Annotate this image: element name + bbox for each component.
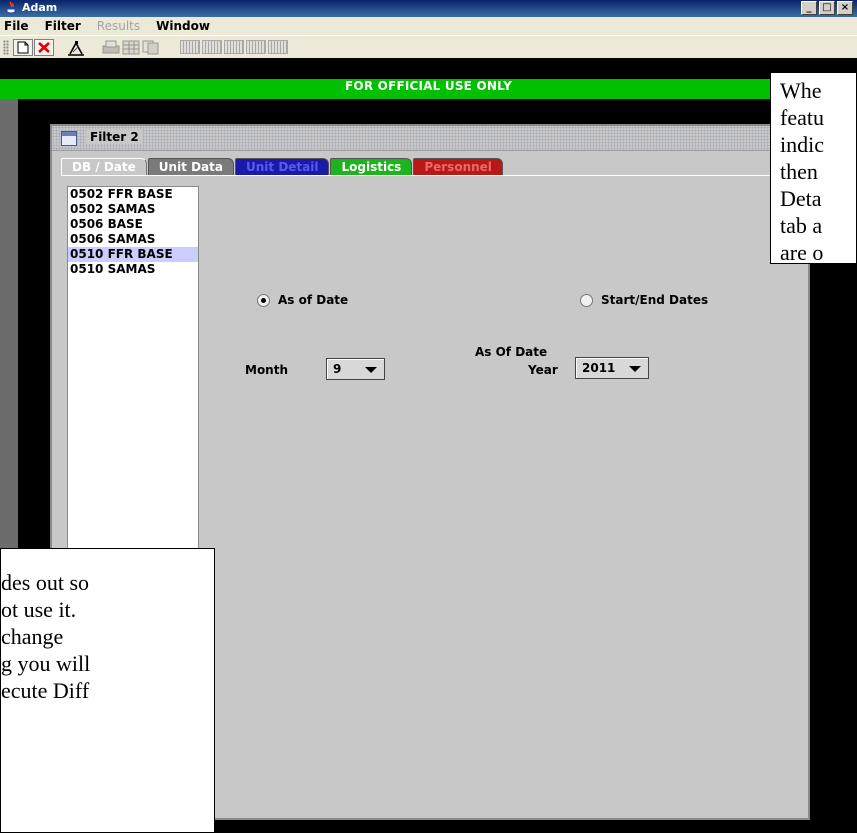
chevron-down-icon (629, 366, 641, 372)
radio-selected-icon (257, 293, 270, 307)
menu-window[interactable]: Window (154, 19, 210, 33)
filter-tabs: DB / Date Unit Data Unit Detail Logistic… (61, 158, 504, 175)
table-icon[interactable] (246, 40, 266, 54)
list-item[interactable]: 0506 SAMAS (68, 232, 198, 247)
tab-db-date[interactable]: DB / Date (61, 158, 147, 175)
tab-personnel[interactable]: Personnel (413, 158, 503, 175)
callout-note-top: Whe featu indic then Deta tab a are o (770, 72, 857, 264)
start-end-dates-radio[interactable]: Start/End Dates (580, 293, 708, 307)
as-of-date-label: As of Date (278, 293, 349, 307)
month-value: 9 (333, 362, 342, 376)
radio-unselected-icon (580, 293, 593, 307)
java-app-icon (6, 1, 17, 14)
month-select[interactable]: 9 (326, 358, 385, 380)
window-icon (61, 131, 77, 146)
window-title: Adam (22, 1, 58, 14)
close-icon[interactable] (34, 39, 54, 56)
chevron-down-icon (365, 367, 377, 373)
month-label: Month (245, 363, 289, 377)
list-item[interactable]: 0510 SAMAS (68, 262, 198, 277)
table-icon[interactable] (224, 40, 244, 54)
minimize-button[interactable]: _ (801, 1, 817, 15)
copy-icon[interactable] (141, 39, 161, 56)
toolbar-gap (0, 58, 857, 79)
tab-logistics[interactable]: Logistics (330, 158, 413, 175)
new-document-icon[interactable] (13, 39, 33, 56)
menu-results[interactable]: Results (95, 19, 140, 33)
list-item[interactable]: 0502 SAMAS (68, 202, 198, 217)
year-label: Year (528, 363, 558, 377)
tab-unit-detail[interactable]: Unit Detail (235, 158, 330, 175)
as-of-date-radio[interactable]: As of Date (257, 293, 348, 307)
callout-note-bottom: des out so ot use it. change g you will … (0, 548, 215, 833)
filter-window-titlebar[interactable]: Filter 2 ⇱ ☐ (52, 126, 808, 151)
window-controls: _ □ × (801, 1, 853, 15)
table-icon[interactable] (268, 40, 288, 54)
list-item[interactable]: 0506 BASE (68, 217, 198, 232)
classification-banner: FOR OFFICIAL USE ONLY (0, 79, 857, 99)
filter-chart-icon[interactable] (66, 39, 86, 56)
table-icon[interactable] (180, 40, 200, 54)
as-of-date-heading: As Of Date (475, 345, 548, 359)
maximize-button[interactable]: □ (819, 1, 835, 15)
tab-unit-data[interactable]: Unit Data (147, 158, 234, 175)
toolbar-grip-icon[interactable] (3, 40, 9, 55)
close-window-button[interactable]: × (837, 1, 853, 15)
table-icon[interactable] (202, 40, 222, 54)
title-bar: Adam _ □ × (0, 0, 857, 17)
menu-bar: File Filter Results Window (0, 17, 857, 35)
menu-file[interactable]: File (2, 19, 29, 33)
grid-icon[interactable] (121, 39, 141, 56)
list-item-selected[interactable]: 0510 FFR BASE (68, 247, 198, 262)
print-icon[interactable] (101, 39, 121, 56)
list-item[interactable]: 0502 FFR BASE (68, 187, 198, 202)
menu-filter[interactable]: Filter (43, 19, 81, 33)
toolbar (0, 35, 857, 58)
year-value: 2011 (582, 361, 616, 375)
year-select[interactable]: 2011 (575, 357, 649, 379)
filter-window-title: Filter 2 (86, 130, 143, 144)
start-end-dates-label: Start/End Dates (601, 293, 709, 307)
